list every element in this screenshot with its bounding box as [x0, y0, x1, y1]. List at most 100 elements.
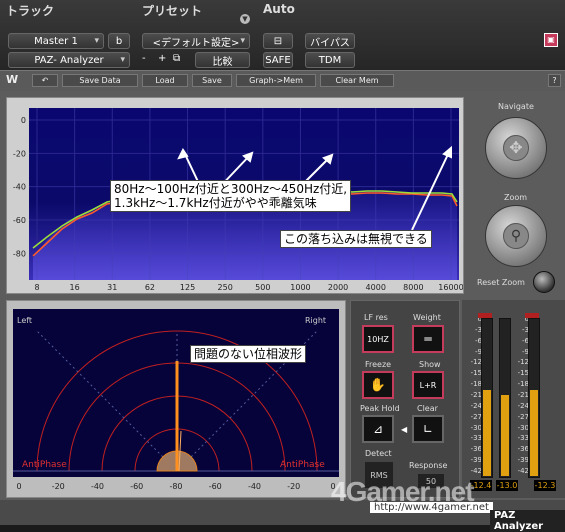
track-suffix: b	[115, 35, 123, 47]
meter-right-fill	[530, 390, 538, 476]
tdm-button[interactable]: TDM	[305, 52, 355, 68]
bypass-button[interactable]: バイパス	[305, 33, 355, 49]
spectrum-callout-main: 80Hz～100Hz付近と300Hz～450Hz付近, 1.3kHz～1.7kH…	[110, 180, 352, 212]
navigate-title: Navigate	[498, 102, 534, 111]
spectrum-callout-line1: 80Hz～100Hz付近と300Hz～450Hz付近,	[114, 182, 348, 196]
phase-x-tick: -80	[169, 482, 182, 491]
copy-icon[interactable]: ⧉	[173, 53, 180, 64]
clear-button[interactable]: ∟	[412, 415, 444, 443]
spectrum-x-tick: 62	[145, 283, 155, 292]
clear-mem-button[interactable]: Clear Mem	[320, 74, 394, 87]
antiphase-left-label: AntiPhase	[22, 460, 67, 470]
magnifier-icon: ⚲	[503, 223, 529, 249]
weight-label: Weight	[413, 313, 441, 322]
spectrum-callout-dip: この落ち込みは無視できる	[280, 230, 432, 248]
save-button[interactable]: Save	[192, 74, 232, 87]
detect-label: Detect	[365, 449, 392, 458]
peak-hold-button[interactable]: ⊿	[362, 415, 394, 443]
response-label: Response	[409, 461, 448, 470]
close-icon[interactable]: ▣	[544, 33, 558, 47]
meter-right-readout: -12.3	[534, 480, 556, 491]
clear-mem-label: Clear Mem	[335, 76, 379, 85]
phase-x-tick: -20	[52, 482, 65, 491]
zoom-knob[interactable]: ⚲	[485, 205, 547, 267]
save-data-label: Save Data	[79, 76, 121, 85]
lf-res-value: 10HZ	[367, 334, 389, 344]
move-icon: ✥	[503, 135, 529, 161]
save-data-button[interactable]: Save Data	[62, 74, 138, 87]
waves-logo-icon: W	[6, 73, 19, 86]
preset-minus-button[interactable]: -	[142, 53, 146, 64]
peak-hold-icon: ⊿	[372, 422, 384, 436]
phase-right-label: Right	[305, 316, 327, 325]
phase-x-tick: -60	[209, 482, 222, 491]
reset-zoom-label: Reset Zoom	[477, 278, 525, 287]
navigate-pad[interactable]: ✥	[485, 117, 547, 179]
lf-res-label: LF res	[364, 313, 388, 322]
antiphase-right-label: AntiPhase	[280, 460, 325, 470]
show-label: Show	[419, 360, 441, 369]
tdm-label: TDM	[318, 54, 342, 66]
compare-label: 比較	[212, 56, 233, 68]
show-button[interactable]: L+R	[412, 371, 444, 399]
meter-mid-readout: -13.0	[496, 480, 518, 491]
meter-left	[481, 318, 493, 478]
spectrum-x-tick: 250	[218, 283, 233, 292]
peak-hold-label: Peak Hold	[360, 404, 400, 413]
meter-scale: 0 -3 -6 -9 -12 -15 -18 -21 -24 -27 -30 -33 -36 -39 -42	[466, 315, 482, 478]
spectrum-x-tick: 8	[34, 283, 39, 292]
spectrum-x-tick: 8000	[403, 283, 423, 292]
safe-button[interactable]: SAFE	[263, 52, 293, 68]
spectrum-x-tick: 31	[107, 283, 117, 292]
meter-mid	[499, 318, 511, 478]
preset-menu-icon[interactable]: ▼	[240, 14, 250, 24]
spectrum-x-tick: 4000	[366, 283, 386, 292]
reset-zoom-button[interactable]	[533, 271, 555, 293]
preset-selector[interactable]: <デフォルト設定>	[142, 33, 250, 49]
spectrum-x-tick: 16	[70, 283, 80, 292]
hand-icon: ✋	[369, 377, 387, 393]
graph-mem-button[interactable]: Graph->Mem	[236, 74, 316, 87]
clip-led-left	[478, 313, 492, 318]
watermark-url: http://www.4gamer.net	[370, 502, 493, 513]
spectrum-x-tick: 1000	[290, 283, 310, 292]
track-label: トラック	[6, 4, 55, 18]
spectrum-y-tick: -60	[13, 216, 26, 225]
graph-mem-label: Graph->Mem	[249, 76, 303, 85]
phase-x-tick: -60	[130, 482, 143, 491]
spectrum-x-tick: 2000	[328, 283, 348, 292]
help-button[interactable]: ?	[548, 74, 561, 87]
preset-plus-button[interactable]: +	[158, 53, 166, 64]
spectrum-y-tick: -80	[13, 249, 26, 258]
freeze-button[interactable]: ✋	[362, 371, 394, 399]
freeze-label: Freeze	[365, 360, 392, 369]
zoom-title: Zoom	[504, 193, 528, 202]
load-button[interactable]: Load	[142, 74, 188, 87]
preset-value: <デフォルト設定>	[152, 37, 240, 49]
show-value: L+R	[419, 380, 437, 390]
spectrum-y-tick: -40	[13, 183, 26, 192]
phase-x-tick: -20	[287, 482, 300, 491]
save-label: Save	[202, 76, 222, 85]
clear-icon: ∟	[422, 422, 434, 436]
weight-button[interactable]: ═	[412, 325, 444, 353]
phase-x-tick: -40	[248, 482, 261, 491]
automation-icon[interactable]: ⊟	[263, 33, 293, 49]
track-suffix-button[interactable]: b	[108, 33, 130, 49]
undo-icon[interactable]: ↶	[32, 74, 58, 87]
phase-callout: 問題のない位相波形	[190, 345, 307, 363]
lf-res-button[interactable]: 10HZ	[362, 325, 394, 353]
spectrum-callout-line2: 1.3kHz～1.7kHz付近がやや乖離気味	[114, 196, 317, 210]
insert-selector[interactable]: PAZ- Analyzer	[8, 52, 130, 68]
load-label: Load	[155, 76, 175, 85]
bypass-label: バイパス	[310, 37, 350, 49]
clear-label: Clear	[417, 404, 438, 413]
arrow-left-icon: ◀	[401, 425, 408, 434]
spectrum-x-tick: 125	[180, 283, 195, 292]
track-selector[interactable]: Master 1	[8, 33, 104, 49]
phase-x-tick: 0	[16, 482, 21, 491]
phase-left-label: Left	[17, 316, 33, 325]
plugin-name-label: PAZ Analyzer	[490, 510, 565, 532]
phase-x-tick: -40	[91, 482, 104, 491]
compare-button[interactable]: 比較	[195, 52, 250, 68]
